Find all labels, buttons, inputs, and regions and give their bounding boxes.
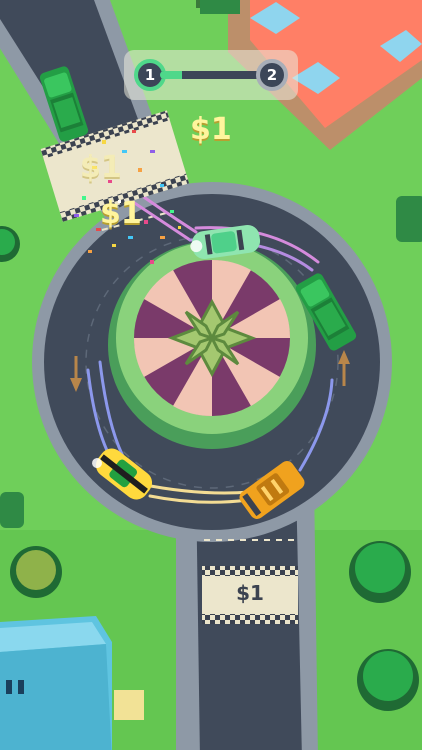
roundabout-center	[108, 241, 316, 449]
level-progress-bar	[160, 71, 262, 79]
level-progress-fill	[160, 71, 183, 79]
level-progress-panel: 1 2	[124, 50, 298, 100]
floating-reward: $1	[100, 196, 142, 231]
tree	[357, 649, 419, 711]
floating-reward: $1	[190, 112, 232, 147]
toll-booth-price: $1	[236, 581, 264, 605]
next-level-badge: 2	[256, 59, 288, 91]
hedge	[396, 196, 422, 242]
floating-reward: $1	[80, 150, 122, 185]
tree	[10, 546, 62, 598]
hedge	[0, 492, 24, 528]
toll-booth-bottom: $1	[202, 566, 298, 624]
tree	[349, 541, 411, 603]
hedge	[200, 0, 240, 14]
